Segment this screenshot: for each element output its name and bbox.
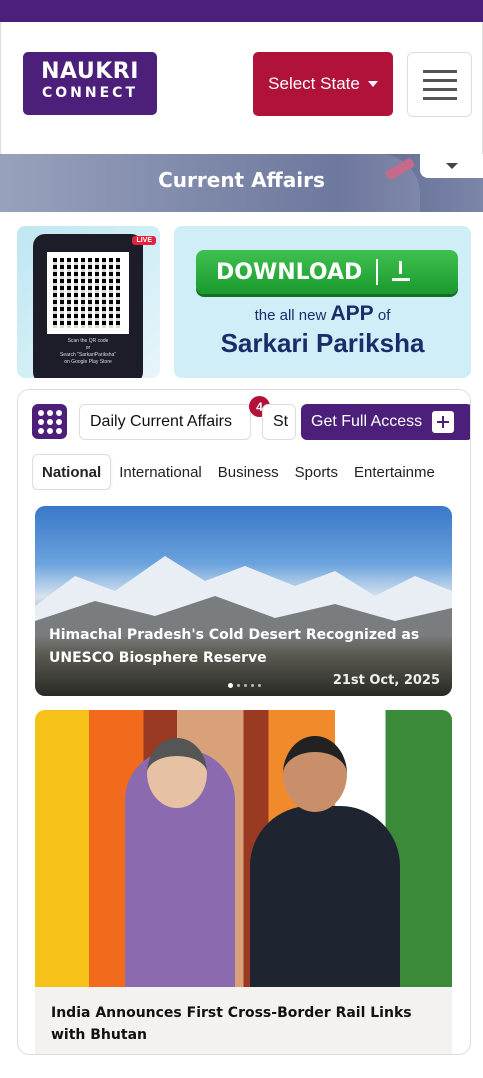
qr-code-icon [47,252,129,334]
grid-menu-icon[interactable] [32,404,67,439]
naukri-connect-logo[interactable]: NAUKRI CONNECT [23,52,157,115]
select-state-label: Select State [268,74,360,93]
category-chip-row: Daily Current Affairs 4 St Get Full Acce… [32,396,470,440]
hamburger-menu-icon[interactable] [407,52,472,117]
app-subtitle: the all new APP of [254,302,391,325]
carousel-dots[interactable] [228,683,261,688]
tab-entertainment[interactable]: Entertainme [346,454,443,490]
tab-sports[interactable]: Sports [287,454,346,490]
news-card-title: India Announces First Cross-Border Rail … [51,1005,412,1043]
current-affairs-panel: Daily Current Affairs 4 St Get Full Acce… [17,389,471,1055]
top-accent-bar [0,0,483,22]
chevron-down-icon [445,163,458,169]
logo-text-connect: CONNECT [42,85,138,101]
app-promo-section: Scan the QR code or Search "SarkariParik… [17,226,471,378]
caret-down-icon [367,81,378,87]
mountain-image [35,556,452,636]
news-photo [35,710,452,987]
next-chip[interactable]: St [262,404,296,440]
site-header: NAUKRI CONNECT Select State [0,22,483,154]
select-state-button[interactable]: Select State [253,52,393,116]
news-card-date: 21st Oct, 2025 [332,673,440,688]
banner-dropdown-toggle[interactable] [420,154,483,178]
tab-business[interactable]: Business [210,454,287,490]
news-card-featured[interactable]: Himachal Pradesh's Cold Desert Recognize… [35,506,452,696]
news-card[interactable]: India Announces First Cross-Border Rail … [35,710,452,1054]
qr-code-card[interactable]: Scan the QR code or Search "SarkariParik… [17,226,160,378]
download-icon [392,261,411,281]
news-card-title: Himachal Pradesh's Cold Desert Recognize… [49,627,420,666]
app-name: Sarkari Pariksha [220,328,425,358]
live-badge: LIVE [132,236,156,245]
qr-caption: Scan the QR code or Search "SarkariParik… [59,338,117,365]
download-app-card[interactable]: DOWNLOAD the all new APP of Sarkari Pari… [174,226,471,378]
get-full-access-button[interactable]: Get Full Access [301,404,470,440]
category-tabs: National International Business Sports E… [32,454,456,490]
phone-illustration: Scan the QR code or Search "SarkariParik… [33,234,143,378]
logo-text-naukri: NAUKRI [41,59,139,84]
tab-national[interactable]: National [32,454,112,490]
plus-icon [432,411,455,433]
daily-current-affairs-chip[interactable]: Daily Current Affairs [79,404,251,440]
current-affairs-banner: Current Affairs [0,154,483,212]
page-title: Current Affairs [158,168,325,192]
download-button[interactable]: DOWNLOAD [196,250,458,294]
tab-international[interactable]: International [111,454,210,490]
